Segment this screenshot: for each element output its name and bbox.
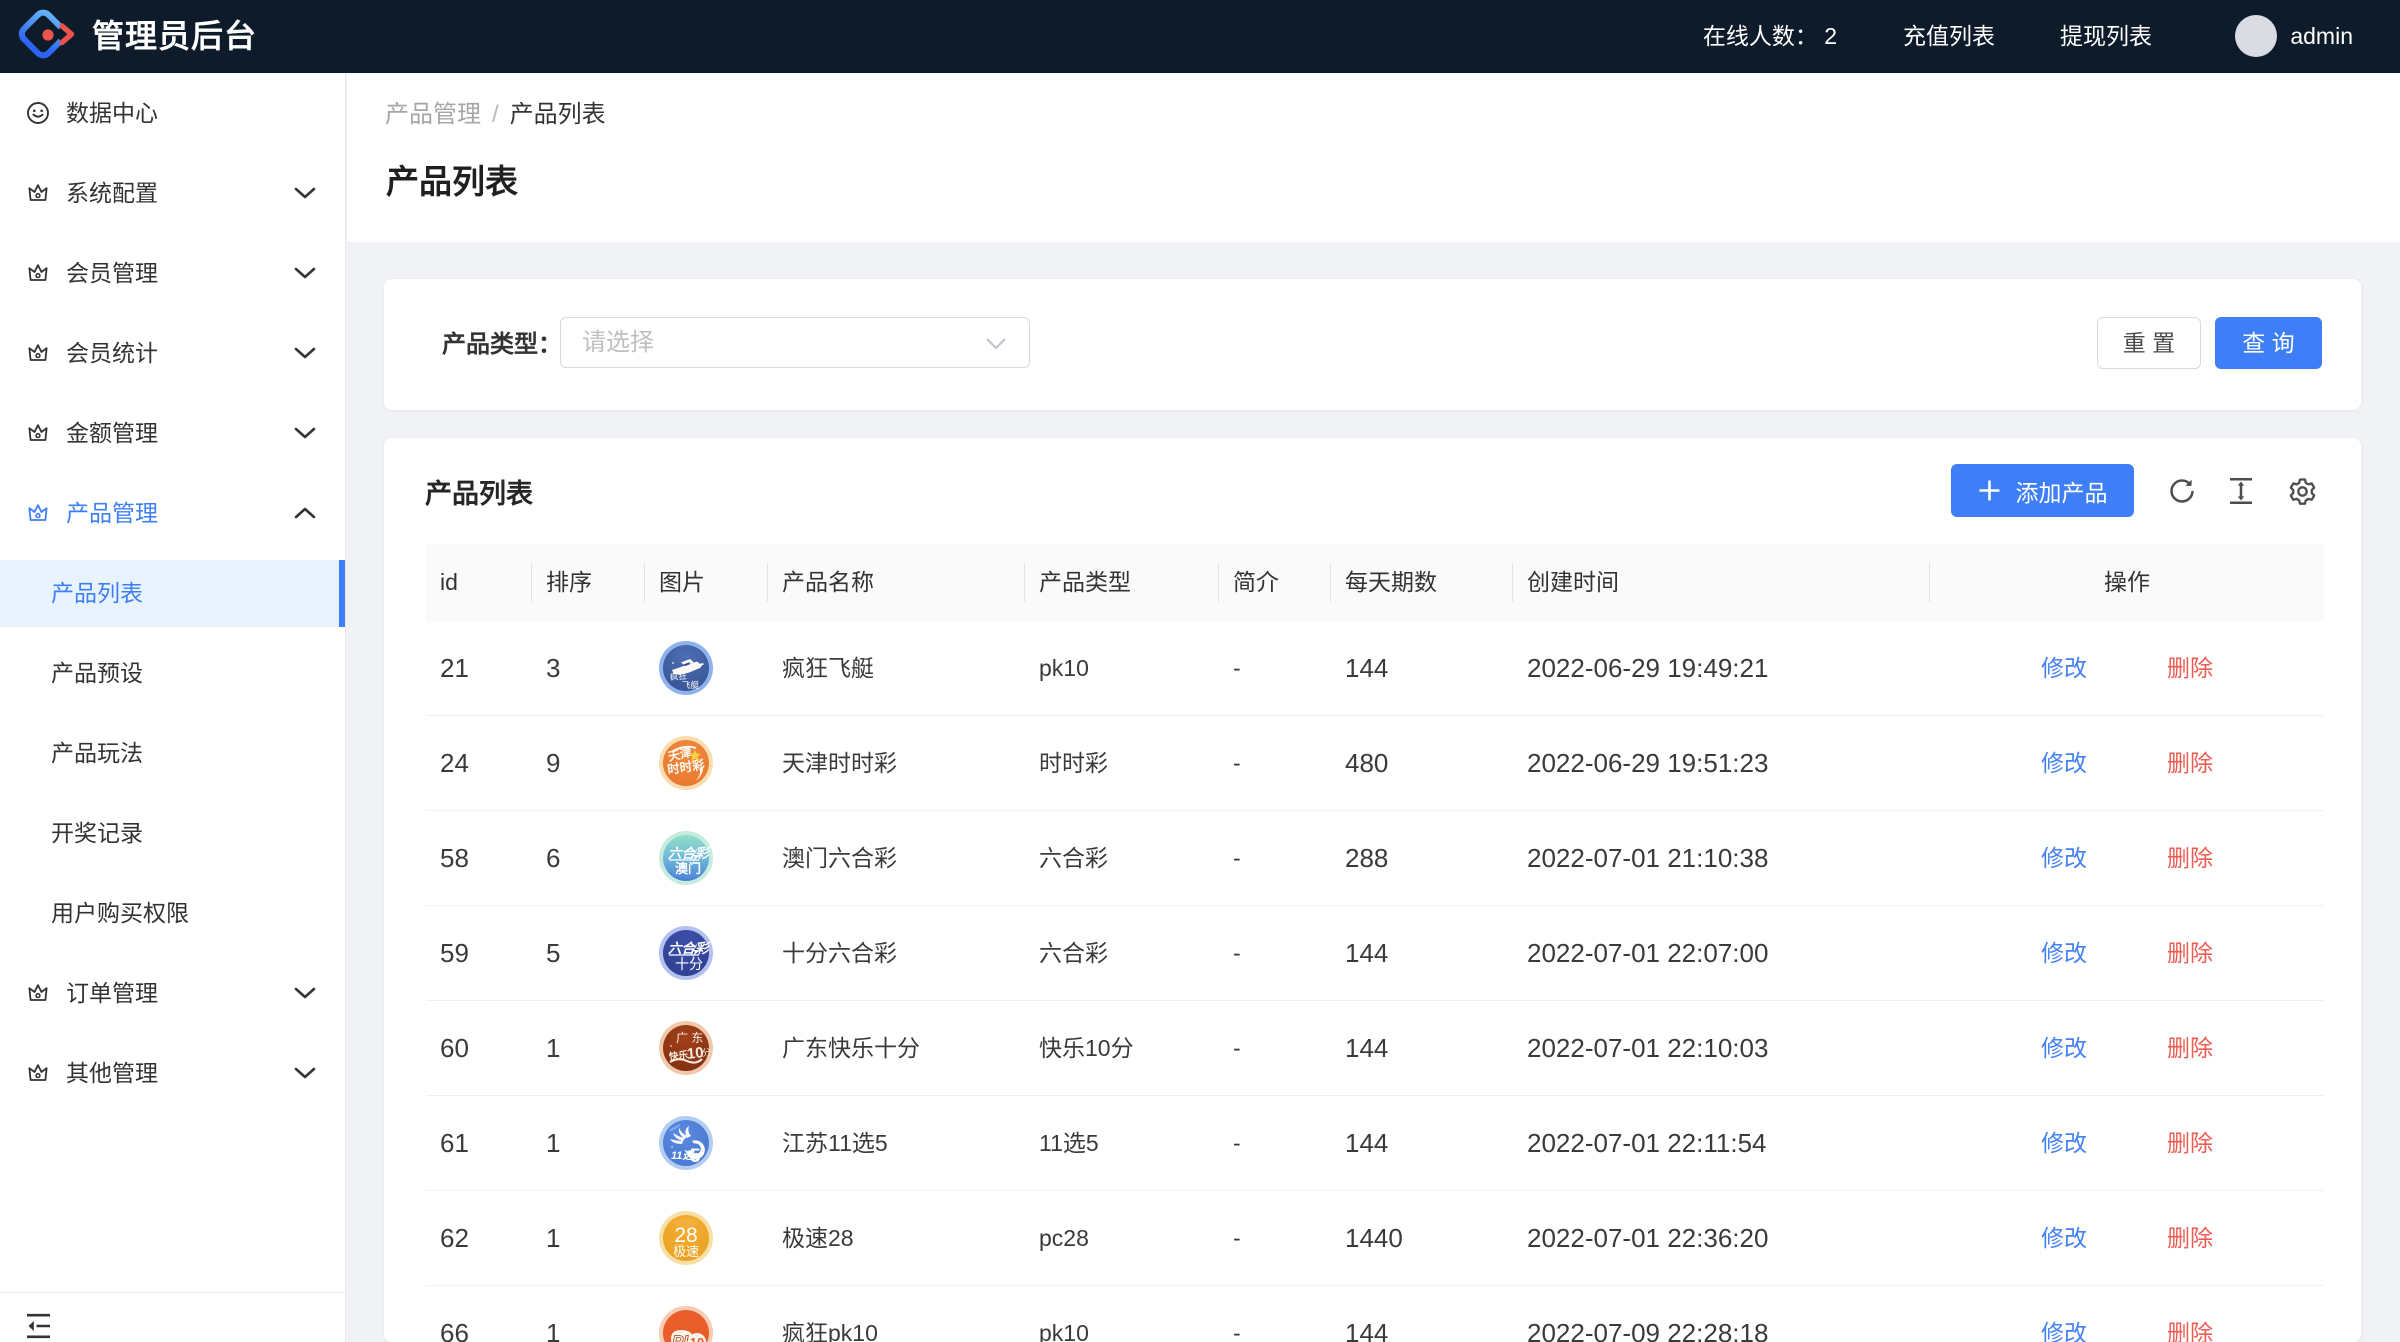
svg-text:5: 5 xyxy=(690,1146,701,1167)
svg-text:六合彩: 六合彩 xyxy=(668,846,711,861)
svg-text:10: 10 xyxy=(690,1335,704,1342)
svg-text:六合彩: 六合彩 xyxy=(668,941,711,956)
svg-text:澳门: 澳门 xyxy=(675,861,701,876)
svg-text:分: 分 xyxy=(701,1047,712,1059)
svg-text:十分: 十分 xyxy=(675,956,703,972)
svg-text:广 东: 广 东 xyxy=(676,1031,703,1045)
svg-text:飞艇: 飞艇 xyxy=(682,680,700,690)
svg-text:极速: 极速 xyxy=(673,1244,699,1259)
